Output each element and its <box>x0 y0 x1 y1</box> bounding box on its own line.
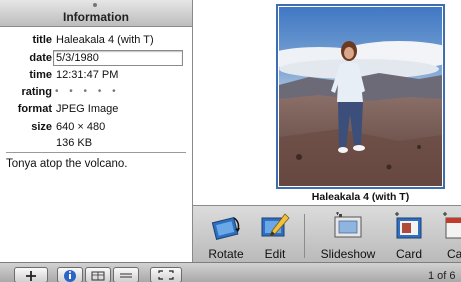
calendar-icon <box>443 212 461 239</box>
list-view-icon <box>120 273 132 278</box>
info-divider <box>6 152 186 153</box>
card-icon <box>395 212 422 239</box>
resize-grip-icon[interactable] <box>93 3 97 7</box>
slideshow-icon <box>334 212 362 238</box>
rotate-label: Rotate <box>208 247 244 261</box>
title-label: title <box>32 34 52 46</box>
size-dimensions: 640 × 480 <box>56 121 106 133</box>
format-value: JPEG Image <box>56 103 119 115</box>
comment-text[interactable]: Tonya atop the volcano. <box>6 158 127 170</box>
fullscreen-icon <box>158 270 174 280</box>
calendar-label: Cal <box>446 247 461 261</box>
toolbar-separator <box>304 214 305 258</box>
plus-icon <box>26 271 36 281</box>
info-panel-header[interactable]: Information <box>0 0 192 27</box>
card-label: Card <box>395 247 422 261</box>
rotate-button[interactable]: Rotate <box>201 206 251 263</box>
info-icon <box>64 270 76 282</box>
info-panel-title: Information <box>63 10 129 24</box>
add-button[interactable] <box>14 267 48 282</box>
card-button[interactable]: Card <box>386 206 432 263</box>
title-value[interactable]: Haleakala 4 (with T) <box>56 34 154 46</box>
photo-caption: Haleakala 4 (with T) <box>311 191 410 203</box>
info-button[interactable] <box>57 267 83 282</box>
date-field[interactable] <box>53 50 183 66</box>
time-label: time <box>29 69 52 81</box>
edit-button[interactable]: Edit <box>253 206 297 263</box>
list-view-button[interactable] <box>113 267 139 282</box>
fullscreen-button[interactable] <box>150 267 182 282</box>
bottom-bar: 1 of 6 <box>0 262 461 282</box>
slideshow-button[interactable]: Slideshow <box>317 206 379 263</box>
date-label: date <box>29 52 52 64</box>
rating-stars[interactable]: • • • • • <box>55 86 120 97</box>
pencil-icon <box>261 213 290 237</box>
rating-label: rating <box>21 86 52 98</box>
size-label: size <box>31 121 52 133</box>
rotate-icon <box>211 216 240 240</box>
information-panel: Information title Haleakala 4 (with T) d… <box>0 0 193 262</box>
toolbar: Rotate Edit Slideshow Card C <box>193 205 461 263</box>
grid-view-button[interactable] <box>85 267 111 282</box>
page-count: 1 of 6 <box>428 270 456 282</box>
slideshow-label: Slideshow <box>320 247 376 261</box>
size-bytes: 136 KB <box>56 137 93 149</box>
photo-thumbnail[interactable] <box>279 7 442 186</box>
edit-label: Edit <box>264 247 286 261</box>
grid-view-icon <box>91 271 105 281</box>
calendar-button[interactable]: Cal <box>436 206 461 263</box>
format-label: format <box>17 103 52 115</box>
time-value[interactable]: 12:31:47 PM <box>56 69 118 81</box>
